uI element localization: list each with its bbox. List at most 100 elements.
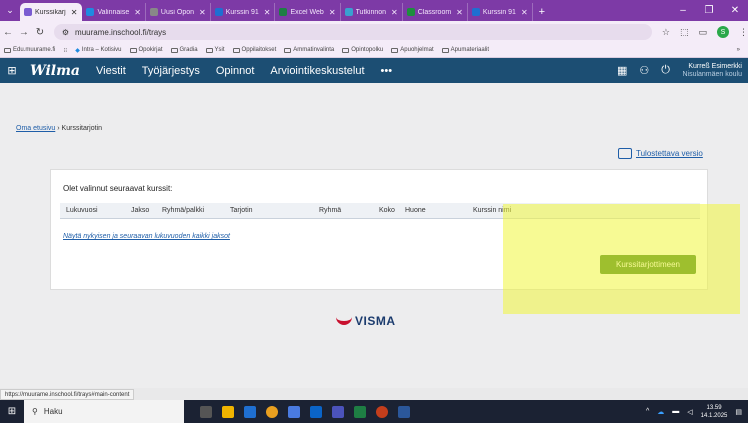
close-tab-icon[interactable]: ✕ bbox=[456, 8, 463, 17]
tab-kurssin-91-b[interactable]: Kurssin 91 ✕ bbox=[468, 3, 533, 21]
url-field[interactable]: ⚙ muurame.inschool.fi/trays bbox=[53, 24, 652, 40]
nav-tyojarjestys[interactable]: Työjärjestys bbox=[142, 65, 200, 77]
tab-tutkinnon[interactable]: Tutkinnon ✕ bbox=[341, 3, 403, 21]
profile-avatar[interactable]: S bbox=[717, 26, 730, 38]
column-header[interactable]: Tarjotin bbox=[230, 207, 253, 214]
teams-icon[interactable] bbox=[332, 405, 344, 418]
user-school: Nisulanmäen koulu bbox=[682, 70, 742, 78]
print-version[interactable]: Tulostettava versio bbox=[618, 148, 703, 159]
task-view-icon[interactable] bbox=[200, 405, 212, 418]
close-tab-icon[interactable]: ✕ bbox=[391, 8, 398, 17]
close-tab-icon[interactable]: ✕ bbox=[134, 8, 141, 17]
bookmark-item[interactable]: Ammatinvalinta bbox=[284, 47, 334, 53]
bookmark-item[interactable]: Apumateriaalit bbox=[441, 47, 489, 53]
nav-opinnot[interactable]: Opinnot bbox=[216, 65, 255, 77]
new-tab-icon[interactable]: + bbox=[533, 3, 551, 21]
apps-grid-icon[interactable]: ⁝⁝ bbox=[63, 47, 67, 54]
site-info-icon[interactable]: ⚙ bbox=[62, 28, 69, 37]
visma-swoosh-icon bbox=[336, 317, 352, 325]
url-text: muurame.inschool.fi/trays bbox=[75, 27, 167, 37]
bookmark-item[interactable]: ◆ Intra – Kotisivu bbox=[75, 47, 121, 54]
word-icon[interactable] bbox=[398, 405, 410, 418]
wilma-logo[interactable]: Wilma bbox=[30, 63, 80, 79]
folder-icon bbox=[342, 47, 350, 53]
sidebar-icon[interactable]: ▭ bbox=[699, 27, 708, 38]
close-tab-icon[interactable]: ✕ bbox=[521, 8, 528, 17]
bookmark-item[interactable]: Opokirjat bbox=[129, 47, 163, 53]
file-explorer-icon[interactable] bbox=[222, 405, 234, 418]
user-info[interactable]: Kurreß Esimerkki Nisulanmäen koulu bbox=[682, 63, 748, 79]
close-tab-icon[interactable]: ✕ bbox=[71, 8, 78, 17]
onedrive-icon[interactable]: ☁ bbox=[657, 408, 664, 416]
bookmark-item[interactable]: Oppilaitokset bbox=[232, 47, 276, 53]
bookmark-label: Ammatinvalinta bbox=[293, 47, 335, 53]
notifications-icon[interactable]: ▤ bbox=[735, 408, 742, 416]
close-window-icon[interactable]: ✕ bbox=[722, 5, 748, 16]
close-tab-icon[interactable]: ✕ bbox=[329, 8, 336, 17]
column-header[interactable]: Kurssin nimi bbox=[473, 207, 511, 214]
volume-icon[interactable]: ◁ bbox=[687, 408, 692, 416]
tab-classroom[interactable]: Classroom ✕ bbox=[403, 3, 468, 21]
tab-uusi-opon[interactable]: Uusi Opon ✕ bbox=[146, 3, 211, 21]
store-icon[interactable] bbox=[244, 405, 256, 418]
tab-excel-web[interactable]: Excel Web ✕ bbox=[275, 3, 341, 21]
forward-icon[interactable]: → bbox=[16, 27, 32, 38]
chrome-icon[interactable] bbox=[266, 405, 278, 418]
qr-code-icon[interactable]: ▦ bbox=[617, 64, 627, 77]
tab-kurssikarj[interactable]: Kurssikarj ✕ bbox=[20, 3, 83, 21]
tab-kurssin-91[interactable]: Kurssin 91 ✕ bbox=[211, 3, 276, 21]
tray-chevron-icon[interactable]: ^ bbox=[646, 408, 649, 415]
switch-role-icon[interactable]: ⚇ bbox=[639, 64, 649, 77]
tab-search-icon[interactable]: ⌄ bbox=[0, 0, 20, 21]
reload-icon[interactable]: ↻ bbox=[32, 27, 48, 38]
nav-arviointikeskustelut[interactable]: Arviointikeskustelut bbox=[270, 65, 364, 77]
clock[interactable]: 13.59 14.1.2025 bbox=[701, 404, 728, 420]
apps-menu-icon[interactable]: ⊞ bbox=[0, 64, 24, 77]
calculator-icon[interactable] bbox=[288, 405, 300, 418]
tab-label: Classroom bbox=[417, 8, 452, 16]
network-icon[interactable]: ▬ bbox=[672, 408, 679, 415]
back-icon[interactable]: ← bbox=[0, 27, 16, 38]
bookmark-item[interactable]: Apuohjelmat bbox=[391, 47, 434, 53]
column-header[interactable]: Koko bbox=[379, 207, 395, 214]
extensions-icon[interactable]: ⬚ bbox=[680, 27, 689, 38]
wilma-header: ⊞ Wilma Viestit Työjärjestys Opinnot Arv… bbox=[0, 58, 748, 83]
tab-valinnaise[interactable]: Valinnaise ✕ bbox=[82, 3, 146, 21]
windows-start-icon[interactable]: ⊞ bbox=[0, 406, 24, 417]
tab-favicon-icon bbox=[406, 8, 415, 16]
bookmark-item[interactable]: Edu.muurame.fi bbox=[4, 47, 55, 53]
close-tab-icon[interactable]: ✕ bbox=[199, 8, 206, 17]
show-all-periods-link[interactable]: Näytä nykyisen ja seuraavan lukuvuoden k… bbox=[63, 233, 230, 240]
column-header[interactable]: Huone bbox=[405, 207, 426, 214]
minimize-icon[interactable]: – bbox=[670, 5, 696, 16]
breadcrumb-home-link[interactable]: Oma etusivu bbox=[16, 125, 55, 132]
bookmark-item[interactable]: Opintopolku bbox=[342, 47, 383, 53]
taskbar-search[interactable]: ⚲ Haku bbox=[24, 400, 184, 423]
bookmark-item[interactable]: Ysit bbox=[205, 47, 225, 53]
close-tab-icon[interactable]: ✕ bbox=[264, 8, 271, 17]
bookmark-star-icon[interactable]: ☆ bbox=[662, 27, 670, 38]
outlook-icon[interactable] bbox=[310, 405, 322, 418]
more-bookmarks-icon[interactable]: » bbox=[737, 47, 740, 53]
address-bar: ← → ↻ ⚙ muurame.inschool.fi/trays ☆ ⬚ ▭ … bbox=[0, 21, 748, 43]
course-offering-button[interactable]: Kurssitarjottimeen bbox=[600, 255, 696, 274]
bookmark-item[interactable]: Gradia bbox=[170, 47, 198, 53]
logout-icon[interactable]: ⏻ bbox=[661, 64, 670, 77]
folder-icon bbox=[232, 47, 240, 53]
column-header[interactable]: Jakso bbox=[131, 207, 149, 214]
print-version-link[interactable]: Tulostettava versio bbox=[636, 149, 703, 158]
nav-viestit[interactable]: Viestit bbox=[96, 65, 126, 77]
nav-more[interactable]: ••• bbox=[381, 65, 393, 77]
browser-menu-icon[interactable]: ⋮ bbox=[739, 27, 748, 38]
column-header[interactable]: Ryhmä bbox=[319, 207, 341, 214]
column-header[interactable]: Ryhmä/palkki bbox=[162, 207, 204, 214]
folder-icon bbox=[129, 47, 137, 53]
excel-icon[interactable] bbox=[354, 405, 366, 418]
windows-taskbar: ⊞ ⚲ Haku ^ ☁ ▬ ◁ 13.59 14.1.2025 ▤ bbox=[0, 400, 748, 423]
bookmark-favicon-icon: ◆ bbox=[75, 47, 80, 54]
powerpoint-icon[interactable] bbox=[376, 405, 388, 418]
maximize-icon[interactable]: ❐ bbox=[696, 5, 722, 16]
column-header[interactable]: Lukuvuosi bbox=[66, 207, 98, 214]
tab-label: Tutkinnon bbox=[355, 8, 387, 16]
bookmark-label: Opokirjat bbox=[138, 47, 163, 53]
